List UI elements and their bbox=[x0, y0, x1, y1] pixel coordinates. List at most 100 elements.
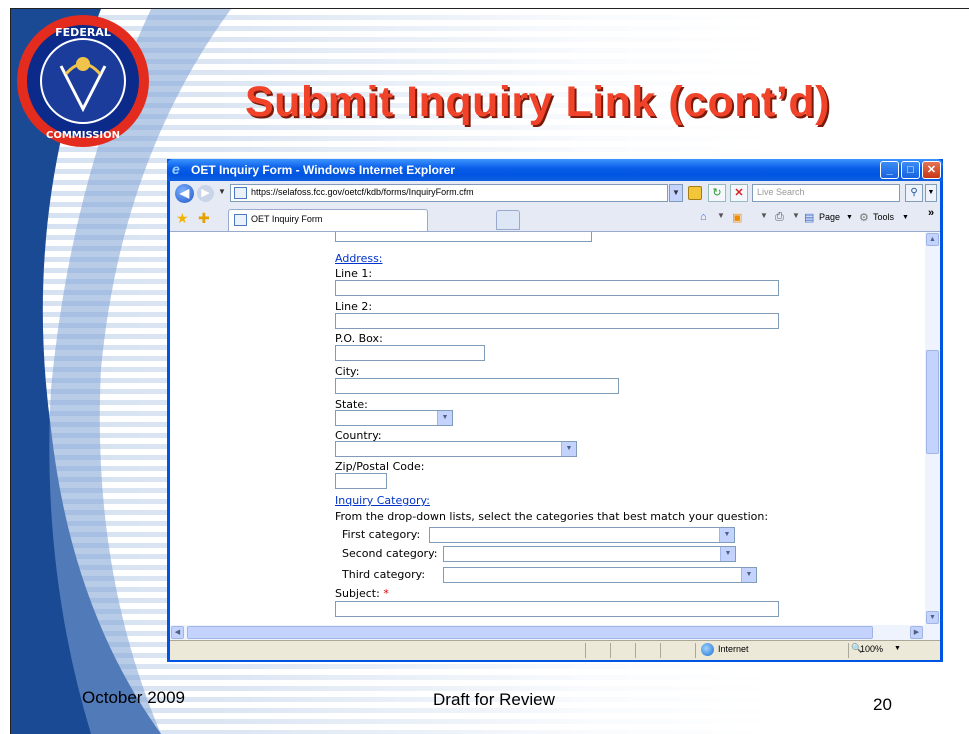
fcc-seal-icon: FEDERAL COMMISSION bbox=[17, 15, 149, 147]
state-select[interactable]: ▼ bbox=[335, 410, 453, 426]
chevron-down-icon: ▼ bbox=[741, 568, 756, 582]
search-button[interactable]: ⚲ bbox=[905, 184, 923, 202]
city-label: City: bbox=[335, 365, 360, 378]
window-title: OET Inquiry Form - Windows Internet Expl… bbox=[191, 163, 455, 177]
chevron-down-icon: ▼ bbox=[437, 411, 452, 425]
refresh-button[interactable]: ↻ bbox=[708, 184, 726, 202]
previous-field-input[interactable] bbox=[335, 232, 592, 242]
stop-button[interactable]: ✕ bbox=[730, 184, 748, 202]
zoom-dropdown-icon[interactable]: ▼ bbox=[894, 645, 901, 652]
subject-label: Subject: * bbox=[335, 587, 389, 600]
tab-oet-inquiry-form[interactable]: OET Inquiry Form bbox=[228, 209, 428, 231]
tools-menu[interactable]: Tools bbox=[873, 212, 894, 222]
ie-logo-icon: e bbox=[172, 161, 180, 177]
browser-window: e OET Inquiry Form - Windows Internet Ex… bbox=[167, 159, 943, 662]
line1-label: Line 1: bbox=[335, 267, 373, 280]
first-category-select[interactable]: ▼ bbox=[429, 527, 735, 543]
subject-label-text: Subject: bbox=[335, 587, 380, 600]
zoom-level[interactable]: 100% bbox=[860, 644, 883, 654]
address-text: https://selafoss.fcc.gov/oetcf/kdb/forms… bbox=[251, 187, 474, 197]
scroll-up-icon[interactable]: ▲ bbox=[926, 233, 939, 246]
status-bar: Internet 🔍 100% ▼ bbox=[170, 640, 940, 660]
page-icon bbox=[234, 187, 247, 199]
forward-button[interactable]: ▶ bbox=[197, 185, 214, 202]
second-category-label: Second category: bbox=[342, 547, 438, 560]
tabs-toolbar: ★ ✚ OET Inquiry Form ⌂ ▼ ▣ ▼ ⎙ ▼ ▤ Page … bbox=[170, 207, 940, 232]
favorites-star-icon[interactable]: ★ bbox=[176, 210, 189, 227]
address-bar[interactable]: https://selafoss.fcc.gov/oetcf/kdb/forms… bbox=[230, 184, 668, 202]
close-button[interactable]: ✕ bbox=[922, 161, 941, 179]
security-zone-text: Internet bbox=[718, 644, 749, 654]
chevron-down-icon: ▼ bbox=[719, 528, 734, 542]
feeds-icon[interactable]: ▣ bbox=[732, 211, 742, 224]
page-menu-icon: ▤ bbox=[804, 212, 815, 224]
address-heading-link[interactable]: Address: bbox=[335, 252, 383, 265]
search-options-dropdown[interactable]: ▼ bbox=[925, 184, 937, 202]
line2-input[interactable] bbox=[335, 313, 779, 329]
tools-gear-icon: ⚙ bbox=[859, 212, 869, 224]
status-divider bbox=[660, 643, 661, 658]
pobox-input[interactable] bbox=[335, 345, 485, 361]
print-dropdown-icon[interactable]: ▼ bbox=[792, 211, 800, 220]
chevron-right-icon[interactable]: » bbox=[928, 207, 934, 219]
minimize-button[interactable]: _ bbox=[880, 161, 899, 179]
status-divider bbox=[695, 643, 696, 658]
search-input[interactable]: Live Search bbox=[752, 184, 900, 202]
scroll-left-icon[interactable]: ◀ bbox=[171, 626, 184, 639]
footer-date: October 2009 bbox=[82, 688, 186, 707]
search-placeholder: Live Search bbox=[757, 187, 805, 197]
footer-center-text: Draft for Review bbox=[433, 690, 555, 709]
status-divider bbox=[585, 643, 586, 658]
tab-page-icon bbox=[234, 214, 247, 226]
lock-icon[interactable] bbox=[688, 186, 702, 200]
inquiry-instructions: From the drop-down lists, select the cat… bbox=[335, 510, 769, 523]
first-category-label: First category: bbox=[342, 528, 421, 541]
required-asterisk: * bbox=[383, 587, 389, 600]
status-divider bbox=[848, 643, 849, 658]
home-icon[interactable]: ⌂ bbox=[700, 211, 707, 223]
chevron-down-icon: ▼ bbox=[561, 442, 576, 456]
browser-title-bar[interactable]: e OET Inquiry Form - Windows Internet Ex… bbox=[167, 159, 943, 181]
pobox-label: P.O. Box: bbox=[335, 332, 383, 345]
tab-label: OET Inquiry Form bbox=[251, 214, 323, 224]
country-select[interactable]: ▼ bbox=[335, 441, 577, 457]
subject-input[interactable] bbox=[335, 601, 779, 617]
home-dropdown-icon[interactable]: ▼ bbox=[717, 211, 725, 220]
globe-icon bbox=[701, 643, 714, 656]
zip-label: Zip/Postal Code: bbox=[335, 460, 425, 473]
line2-label: Line 2: bbox=[335, 300, 373, 313]
svg-text:FEDERAL: FEDERAL bbox=[55, 26, 111, 39]
slide-title: Submit Inquiry Link (cont’d) bbox=[245, 78, 830, 126]
navigation-toolbar: ◀ ▶ ▼ https://selafoss.fcc.gov/oetcf/kdb… bbox=[170, 181, 940, 207]
page-content: Address: Line 1: Line 2: P.O. Box: City:… bbox=[170, 232, 925, 625]
add-favorites-icon[interactable]: ✚ bbox=[198, 210, 210, 227]
status-divider bbox=[610, 643, 611, 658]
address-dropdown-button[interactable]: ▼ bbox=[669, 184, 683, 202]
page-menu[interactable]: Page bbox=[819, 212, 840, 222]
third-category-label: Third category: bbox=[342, 568, 426, 581]
second-category-select[interactable]: ▼ bbox=[443, 546, 736, 562]
scroll-right-icon[interactable]: ▶ bbox=[910, 626, 923, 639]
page-number: 20 bbox=[873, 695, 892, 714]
page-dropdown-icon[interactable]: ▼ bbox=[846, 214, 853, 221]
horizontal-scroll-thumb[interactable] bbox=[187, 626, 873, 639]
chevron-down-icon: ▼ bbox=[720, 547, 735, 561]
vertical-scrollbar[interactable]: ▲ ▼ bbox=[925, 232, 940, 625]
inquiry-category-link[interactable]: Inquiry Category: bbox=[335, 494, 430, 507]
line1-input[interactable] bbox=[335, 280, 779, 296]
vertical-scroll-thumb[interactable] bbox=[926, 350, 939, 454]
third-category-select[interactable]: ▼ bbox=[443, 567, 757, 583]
city-input[interactable] bbox=[335, 378, 619, 394]
feeds-dropdown-icon[interactable]: ▼ bbox=[760, 211, 768, 220]
scroll-down-icon[interactable]: ▼ bbox=[926, 611, 939, 624]
maximize-button[interactable]: □ bbox=[901, 161, 920, 179]
tools-dropdown-icon[interactable]: ▼ bbox=[902, 214, 909, 221]
zip-input[interactable] bbox=[335, 473, 387, 489]
svg-text:COMMISSION: COMMISSION bbox=[46, 130, 120, 141]
horizontal-scrollbar[interactable]: ◀ ▶ bbox=[170, 625, 940, 640]
back-button[interactable]: ◀ bbox=[175, 184, 194, 203]
status-divider bbox=[635, 643, 636, 658]
history-dropdown-icon[interactable]: ▼ bbox=[218, 187, 226, 196]
new-tab-button[interactable] bbox=[496, 210, 520, 230]
print-icon[interactable]: ⎙ bbox=[775, 211, 784, 224]
